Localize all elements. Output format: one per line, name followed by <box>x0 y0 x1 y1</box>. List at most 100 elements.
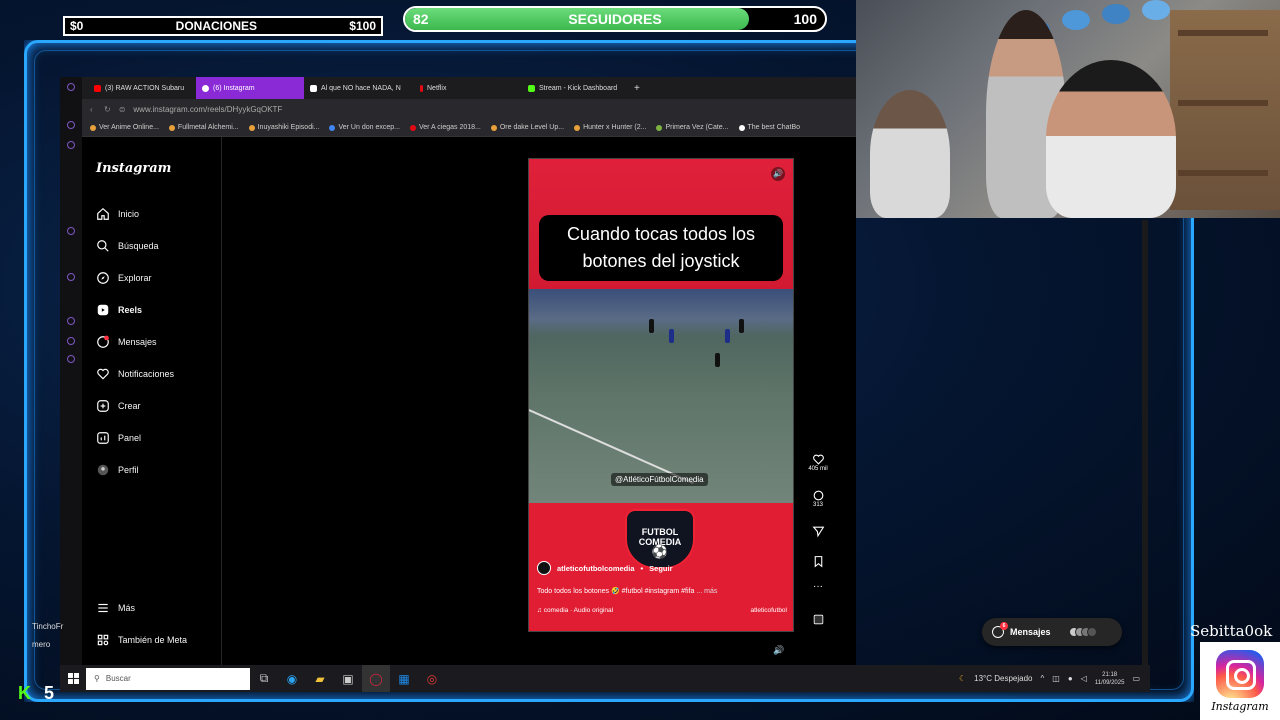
nav-busqueda[interactable]: Búsqueda <box>96 236 159 256</box>
streamer-name: Sebitta0ok <box>1190 622 1273 640</box>
author-avatar[interactable] <box>537 561 551 575</box>
bookmark-item[interactable]: Ore dake Level Up... <box>490 124 564 131</box>
nav-notificaciones[interactable]: Notificaciones <box>96 364 174 384</box>
instagram-icon <box>202 84 209 92</box>
nav-reels[interactable]: Reels <box>96 300 142 320</box>
save-button[interactable] <box>808 555 828 568</box>
chat-overlay: TinchoFr mero <box>32 618 63 654</box>
messages-label: Mensajes <box>1010 627 1051 637</box>
more-link[interactable]: ... más <box>696 588 717 595</box>
tray-chevron-icon[interactable]: ^ <box>1041 674 1045 683</box>
nav-perfil[interactable]: Perfil <box>96 460 139 480</box>
audio-link[interactable]: ♫ comedia · Audio original <box>537 607 613 614</box>
moon-icon: ☾ <box>958 674 967 683</box>
nav-mas[interactable]: Más <box>96 598 135 618</box>
bookmark-icon <box>248 124 255 131</box>
heart-icon <box>97 368 109 380</box>
nav-mensajes[interactable]: Mensajes <box>96 332 157 352</box>
nav-crear[interactable]: Crear <box>96 396 141 416</box>
scrollbar[interactable] <box>1142 220 1148 665</box>
compass-icon <box>97 272 109 284</box>
like-button[interactable]: 405 mil <box>808 453 828 472</box>
follow-button[interactable]: Seguir <box>649 564 672 573</box>
sidebar-icon[interactable] <box>67 337 75 345</box>
comment-count: 313 <box>812 502 823 508</box>
bookmarks-bar: Ver Anime Online... Fullmetal Alchemi...… <box>60 119 856 137</box>
taskbar-search[interactable]: ⚲ Buscar <box>86 667 250 690</box>
microphone-icon[interactable]: ● <box>1068 674 1073 683</box>
followers-goal-bar: 82 SEGUIDORES 100 <box>403 6 827 32</box>
tab-kick-dashboard[interactable]: Stream - Kick Dashboard <box>522 77 630 99</box>
new-tab-icon[interactable]: + <box>630 83 640 94</box>
tab-instagram[interactable]: (6) Instagram <box>196 77 304 99</box>
nav-label: Perfil <box>118 465 139 475</box>
weather-text[interactable]: 13°C Despejado <box>974 674 1032 683</box>
bookmark-item[interactable]: Primera Vez (Cate... <box>656 124 729 131</box>
reload-icon[interactable]: ↻ <box>90 105 111 114</box>
heart-icon <box>812 454 824 465</box>
nav-label: También de Meta <box>118 635 188 645</box>
audio-thumb-icon <box>813 614 823 625</box>
donation-min: $0 <box>70 19 84 33</box>
task-view-icon[interactable]: ⧉ <box>250 665 278 692</box>
messages-pill[interactable]: 6 Mensajes <box>982 618 1122 646</box>
tab-label: Stream - Kick Dashboard <box>539 84 618 92</box>
nav-tambien-de-meta[interactable]: También de Meta <box>96 630 187 650</box>
sidebar-icon[interactable] <box>67 121 75 129</box>
bookmark-item[interactable]: The best ChatBo <box>738 124 800 131</box>
browser-sidebar <box>60 77 82 665</box>
edge-icon[interactable]: ◉ <box>278 665 306 692</box>
start-button[interactable] <box>60 665 86 692</box>
folder-icon[interactable]: ▰ <box>306 665 334 692</box>
bookmark-item[interactable]: Ver A ciegas 2018... <box>409 124 481 131</box>
sidebar-icon[interactable] <box>67 317 75 325</box>
volume-icon[interactable]: 🔊 <box>771 167 785 181</box>
meta-grid-icon <box>97 634 109 646</box>
nav-panel[interactable]: Panel <box>96 428 141 448</box>
comment-button[interactable]: 313 <box>808 489 828 508</box>
opera-icon[interactable]: ◯ <box>362 665 390 692</box>
network-icon[interactable]: ◫ <box>1052 674 1060 683</box>
messenger-icon: 6 <box>992 622 1008 638</box>
sidebar-icon[interactable] <box>67 141 75 149</box>
audio-thumbnail[interactable] <box>808 613 828 626</box>
sidebar-icon[interactable] <box>67 227 75 235</box>
clock[interactable]: 21:18 11/09/2025 <box>1095 671 1125 687</box>
outlook-icon[interactable]: ▦ <box>390 665 418 692</box>
store-icon[interactable]: ▣ <box>334 665 362 692</box>
nav-inicio[interactable]: Inicio <box>96 204 139 224</box>
sidebar-icon[interactable] <box>67 83 75 91</box>
bookmark-item[interactable]: Ver Un don excep... <box>329 124 400 131</box>
viewer-count: 5 <box>44 683 55 703</box>
tab-al-que-no-hace-nada[interactable]: Al que NO hace NADA, N <box>304 77 414 99</box>
sidebar-icon[interactable] <box>67 273 75 281</box>
notification-icon[interactable]: ▭ <box>1132 674 1140 683</box>
obs-icon[interactable]: ◎ <box>418 665 446 692</box>
sidebar-icon[interactable] <box>67 355 75 363</box>
messages-badge: 6 <box>1000 622 1008 630</box>
clock-date: 11/09/2025 <box>1094 679 1125 686</box>
bookmark-item[interactable]: Hunter x Hunter (2... <box>574 124 646 131</box>
bookmark-icon <box>738 124 745 131</box>
reel-video[interactable]: 🔊 Cuando tocas todos los botones del joy… <box>528 158 794 632</box>
audio-tag[interactable]: atleticofutbol <box>751 607 788 614</box>
send-icon <box>811 526 824 538</box>
volume-icon[interactable]: 🔊 <box>773 645 784 656</box>
search-icon: ⚲ <box>94 674 100 683</box>
share-button[interactable] <box>808 525 828 538</box>
instagram-logo[interactable]: Instagram <box>96 161 171 176</box>
url-text[interactable]: www.instagram.com/reels/DHyykGqOKTF <box>125 105 282 114</box>
chat-username: TinchoFr <box>32 622 64 631</box>
author-username[interactable]: atleticofutbolcomedia <box>557 564 635 573</box>
tab-raw-action[interactable]: (3) RAW ACTION Subaru <box>88 77 196 99</box>
stream-stage: $0 DONACIONES $100 82 SEGUIDORES 100 (3)… <box>0 0 1280 720</box>
site-info-icon[interactable]: ⊜ <box>111 105 126 114</box>
more-options-icon[interactable]: ··· <box>808 581 828 592</box>
speaker-icon[interactable]: ◁ <box>1081 674 1087 683</box>
bookmark-item[interactable]: Ver Anime Online... <box>90 124 159 131</box>
bookmark-item[interactable]: Fullmetal Alchemi... <box>168 124 239 131</box>
webcam-feed <box>856 0 1280 218</box>
bookmark-item[interactable]: Inuyashiki Episodi... <box>248 124 319 131</box>
nav-explorar[interactable]: Explorar <box>96 268 152 288</box>
tab-netflix[interactable]: Netflix <box>414 77 522 99</box>
